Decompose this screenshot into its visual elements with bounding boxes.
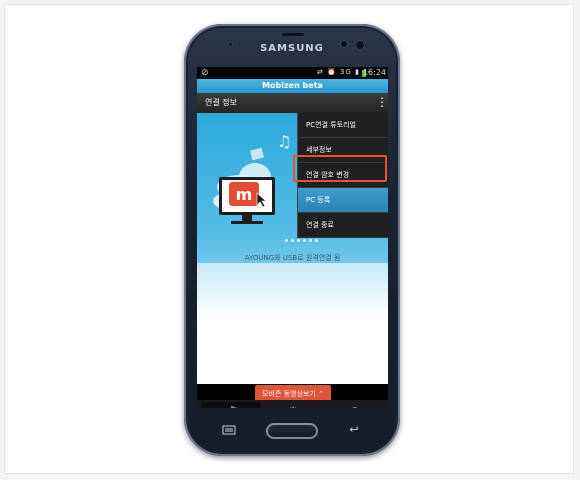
menu-item-pc-register[interactable]: PC 등록 <box>298 188 388 213</box>
network-type: 3G <box>340 68 352 76</box>
header-bar: 연결 정보 ⋮ <box>197 93 388 113</box>
highlight-annotation <box>293 155 387 182</box>
alarm-icon: ⏰ <box>327 68 337 76</box>
music-note-icon: ♫ <box>277 132 291 151</box>
back-key-icon[interactable]: ↩ <box>347 424 361 436</box>
menu-key-icon[interactable] <box>222 425 236 435</box>
help-icon: ? <box>352 405 358 408</box>
status-bar: ⊘ ⇄ ⏰ 3G ▮ 16:24 <box>197 67 388 79</box>
status-time: 16:24 <box>362 68 386 77</box>
photo-icon <box>249 147 265 161</box>
plug-icon <box>231 406 236 408</box>
signal-icon: ▮ <box>355 68 360 76</box>
page-title: 연결 정보 <box>205 98 237 107</box>
front-camera <box>355 40 365 50</box>
phone-screen: ⊘ ⇄ ⏰ 3G ▮ 16:24 Mobizen beta 연결 정보 ⋮ ♫ … <box>197 67 388 408</box>
phone-brand-logo: SAMSUNG <box>260 43 324 54</box>
content-bottom-bg <box>197 263 388 384</box>
chevron-up-icon: ⌃ <box>318 390 324 398</box>
svg-text:m: m <box>236 185 253 204</box>
bottom-tab-bar: ⚙ ? <box>197 400 388 408</box>
gear-icon: ⚙ <box>287 405 299 408</box>
home-button[interactable] <box>266 423 318 439</box>
tab-help[interactable]: ? <box>325 402 385 408</box>
phone-device: SAMSUNG ⊘ ⇄ ⏰ 3G ▮ 16:24 Mobizen beta 연결… <box>184 24 400 456</box>
tab-connection[interactable] <box>201 402 261 408</box>
svg-text:♫: ♫ <box>277 132 291 151</box>
menu-item-disconnect[interactable]: 연결 종료 <box>298 213 388 238</box>
tab-settings[interactable]: ⚙ <box>263 402 323 408</box>
connection-status-text: AYOUNG와 USB로 원격연결 됨 <box>244 254 341 262</box>
sync-icon: ⊘ <box>201 68 209 78</box>
status-icons: ⇄ ⏰ 3G ▮ <box>317 68 360 76</box>
menu-item-pc-tutorial[interactable]: PC연결 튜토리얼 <box>298 113 388 138</box>
video-button-label: 모비즌 동영상보기 <box>262 390 316 398</box>
overflow-menu-icon[interactable]: ⋮ <box>376 96 388 110</box>
usb-icon: ⇄ <box>316 68 324 76</box>
app-title-bar: Mobizen beta <box>197 79 388 93</box>
app-title: Mobizen beta <box>262 81 323 90</box>
proximity-sensor <box>340 40 348 48</box>
earpiece-speaker <box>282 33 304 36</box>
